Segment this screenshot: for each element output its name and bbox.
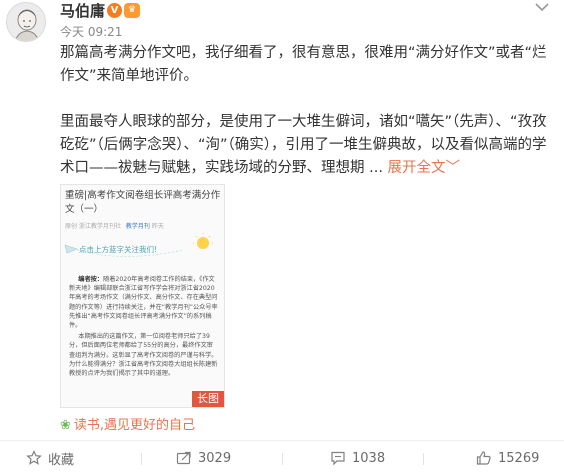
source-label: 读书,遇见更好的自己 <box>73 418 196 433</box>
weibo-post: 马伯庸 V ♛ 今天 09:21 那篇高考满分作文吧，我仔细看了，很有意思，很难… <box>0 0 564 474</box>
image-body-paragraph-1: 编者按：随着2020年高考阅卷工作的结束，《作文新天地》编辑部联合浙江省写作学会… <box>69 275 219 330</box>
follow-prompt-text: 点击上方蓝字关注我们! <box>79 245 158 254</box>
expand-label: 展开全文 <box>387 160 446 176</box>
expand-arrow-icon: ﹀ <box>445 160 461 176</box>
author-avatar[interactable] <box>6 2 46 42</box>
favorite-label: 收藏 <box>48 452 75 468</box>
like-count: 15269 <box>498 450 540 466</box>
post-content: 那篇高考满分作文吧，我仔细看了，很有意思，很难用“满分好作文”或者“烂作文”来简… <box>60 42 552 203</box>
image-article-meta: 原创 浙江教学月刊社 教学月刊 昨天 <box>65 221 164 230</box>
expand-full-text-link[interactable]: 展开全文﹀ <box>388 160 461 176</box>
image-meta-account: 教学月刊 <box>125 223 150 230</box>
post-paragraph-2-text: 里面最夺人眼球的部分，是使用了一大堆生僻词，诸如“嚆矢”（先声）、“孜孜矻矻”（… <box>60 114 547 176</box>
repost-icon <box>176 451 191 465</box>
image-article-title: 重磅|高考作文阅卷组长评高考满分作文（一） <box>65 190 221 215</box>
member-crown-icon[interactable]: ♛ <box>124 3 140 18</box>
verified-icon: V <box>107 3 122 18</box>
action-bar: 收藏 3029 1038 15269 <box>0 440 564 474</box>
image-body-text-1: 随着2020年高考阅卷工作的结束，《作文新天地》编辑部联合浙江省写作学会将对浙江… <box>69 276 218 330</box>
like-button[interactable]: 15269 <box>476 441 539 474</box>
image-meta-date: 昨天 <box>151 223 164 230</box>
image-meta-source: 原创 <box>65 223 78 230</box>
thumbs-up-icon <box>476 451 491 465</box>
comment-button[interactable]: 1038 <box>330 441 385 474</box>
long-image-badge: 长图 <box>192 391 224 407</box>
chevron-down-icon[interactable] <box>532 0 552 14</box>
post-paragraph-1: 那篇高考满分作文吧，我仔细看了，很有意思，很难用“满分好作文”或者“烂作文”来简… <box>60 45 547 84</box>
star-icon <box>26 450 42 465</box>
divider <box>141 453 142 465</box>
source-topic-link[interactable]: ❀ 读书,遇见更好的自己 <box>60 414 195 433</box>
divider <box>423 453 424 465</box>
repost-button[interactable]: 3029 <box>176 441 231 474</box>
editor-note-label: 编者按： <box>78 276 104 283</box>
comment-count: 1038 <box>352 450 386 466</box>
avatar-illustration <box>7 3 45 41</box>
post-image[interactable]: 重磅|高考作文阅卷组长评高考满分作文（一） 原创 浙江教学月刊社 教学月刊 昨天… <box>60 184 225 408</box>
image-meta-org: 浙江教学月刊社 <box>78 223 121 230</box>
favorite-button[interactable]: 收藏 <box>26 441 74 474</box>
leaf-icon: ❀ <box>60 418 71 433</box>
repost-count: 3029 <box>198 450 232 466</box>
post-paragraph-2: 里面最夺人眼球的部分，是使用了一大堆生僻词，诸如“嚆矢”（先声）、“孜孜矻矻”（… <box>60 111 552 180</box>
post-time[interactable]: 今天 09:21 <box>60 23 122 40</box>
divider <box>282 453 283 465</box>
comment-icon <box>331 451 345 466</box>
image-article-body: 编者按：随着2020年高考阅卷工作的结束，《作文新天地》编辑部联合浙江省写作学会… <box>69 275 219 380</box>
image-body-paragraph-2: 本期推出的这篇作文，第一位阅卷老师只给了39分，但后面两位老师都给了55分的高分… <box>69 333 218 378</box>
author-name[interactable]: 马伯庸 <box>60 0 105 21</box>
